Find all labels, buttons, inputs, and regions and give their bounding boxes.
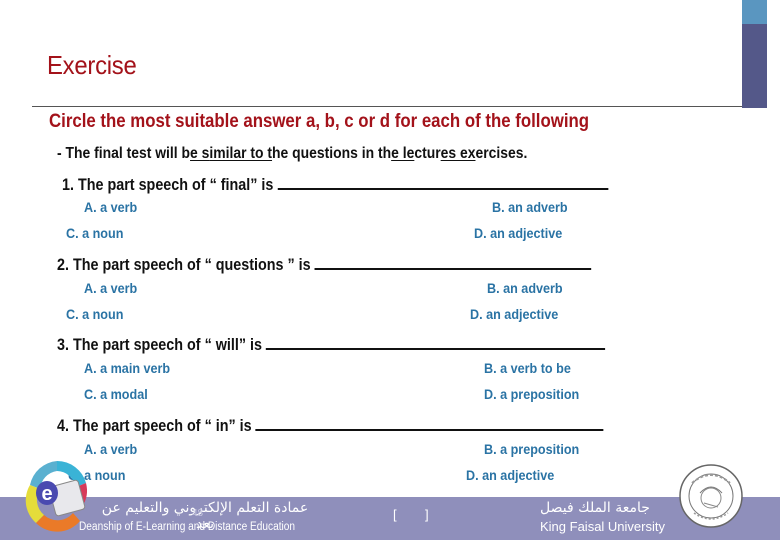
q1-option-d[interactable]: D. an adjective — [474, 225, 562, 241]
note-part-underlined: imilar to t — [209, 145, 273, 162]
question-3: 3. The part speech of “ will” is — [57, 332, 606, 355]
q4-option-d[interactable]: D. an adjective — [466, 467, 554, 483]
question-1: 1. The part speech of “ final” is — [62, 172, 608, 195]
q3-option-a[interactable]: A. a main verb — [84, 360, 170, 376]
note-part-underlined: es ex — [440, 145, 476, 162]
q1-option-a[interactable]: A. a verb — [84, 199, 137, 215]
question-3-text: 3. The part speech of “ will” is — [57, 336, 263, 354]
q2-option-a[interactable]: A. a verb — [84, 280, 137, 296]
q2-option-b[interactable]: B. an adverb — [487, 280, 563, 296]
answer-blank-3[interactable] — [266, 332, 606, 350]
note-part: ercises. — [475, 145, 528, 162]
bracket-close: ] — [425, 507, 429, 522]
bracket-open: [ — [393, 507, 397, 522]
answer-blank-4[interactable] — [255, 413, 604, 431]
instruction-text: Circle the most suitable answer a, b, c … — [49, 111, 590, 132]
q3-option-c[interactable]: C. a modal — [84, 386, 148, 402]
note-part-underlined: e le — [391, 145, 415, 162]
deanship-name-english: Deanship of E-Learning and Distance Educ… — [79, 521, 296, 533]
corner-accent-bottom — [742, 24, 767, 108]
answer-blank-1[interactable] — [277, 172, 608, 190]
question-2-text: 2. The part speech of “ questions ” is — [57, 256, 311, 274]
q1-option-b[interactable]: B. an adverb — [492, 199, 568, 215]
note-part: - The final test will b — [57, 145, 191, 162]
q1-option-c[interactable]: C. a noun — [66, 225, 123, 241]
svg-text:e: e — [41, 483, 52, 505]
title-divider — [32, 106, 742, 107]
kfu-seal-icon — [679, 464, 743, 528]
corner-accent-top — [742, 0, 767, 24]
university-name-english: King Faisal University — [540, 519, 665, 534]
note-text: - The final test will be similar to the … — [57, 145, 527, 163]
note-part: ctur — [414, 145, 441, 162]
question-4: 4. The part speech of “ in” is — [57, 413, 604, 436]
slide-title: Exercise — [47, 50, 137, 80]
q2-option-d[interactable]: D. an adjective — [470, 306, 558, 322]
q2-option-c[interactable]: C. a noun — [66, 306, 123, 322]
q3-option-b[interactable]: B. a verb to be — [484, 360, 571, 376]
page-number: 48 — [192, 508, 204, 519]
note-part: he questions in th — [272, 145, 392, 162]
question-4-text: 4. The part speech of “ in” is — [57, 417, 252, 435]
note-part-underlined: e s — [190, 145, 210, 162]
q3-option-d[interactable]: D. a preposition — [484, 386, 579, 402]
answer-blank-2[interactable] — [314, 252, 592, 270]
university-name-arabic: جامعة الملك فيصل — [540, 500, 650, 516]
question-2: 2. The part speech of “ questions ” is — [57, 252, 592, 275]
question-1-text: 1. The part speech of “ final” is — [62, 176, 274, 194]
q4-option-b[interactable]: B. a preposition — [484, 441, 579, 457]
